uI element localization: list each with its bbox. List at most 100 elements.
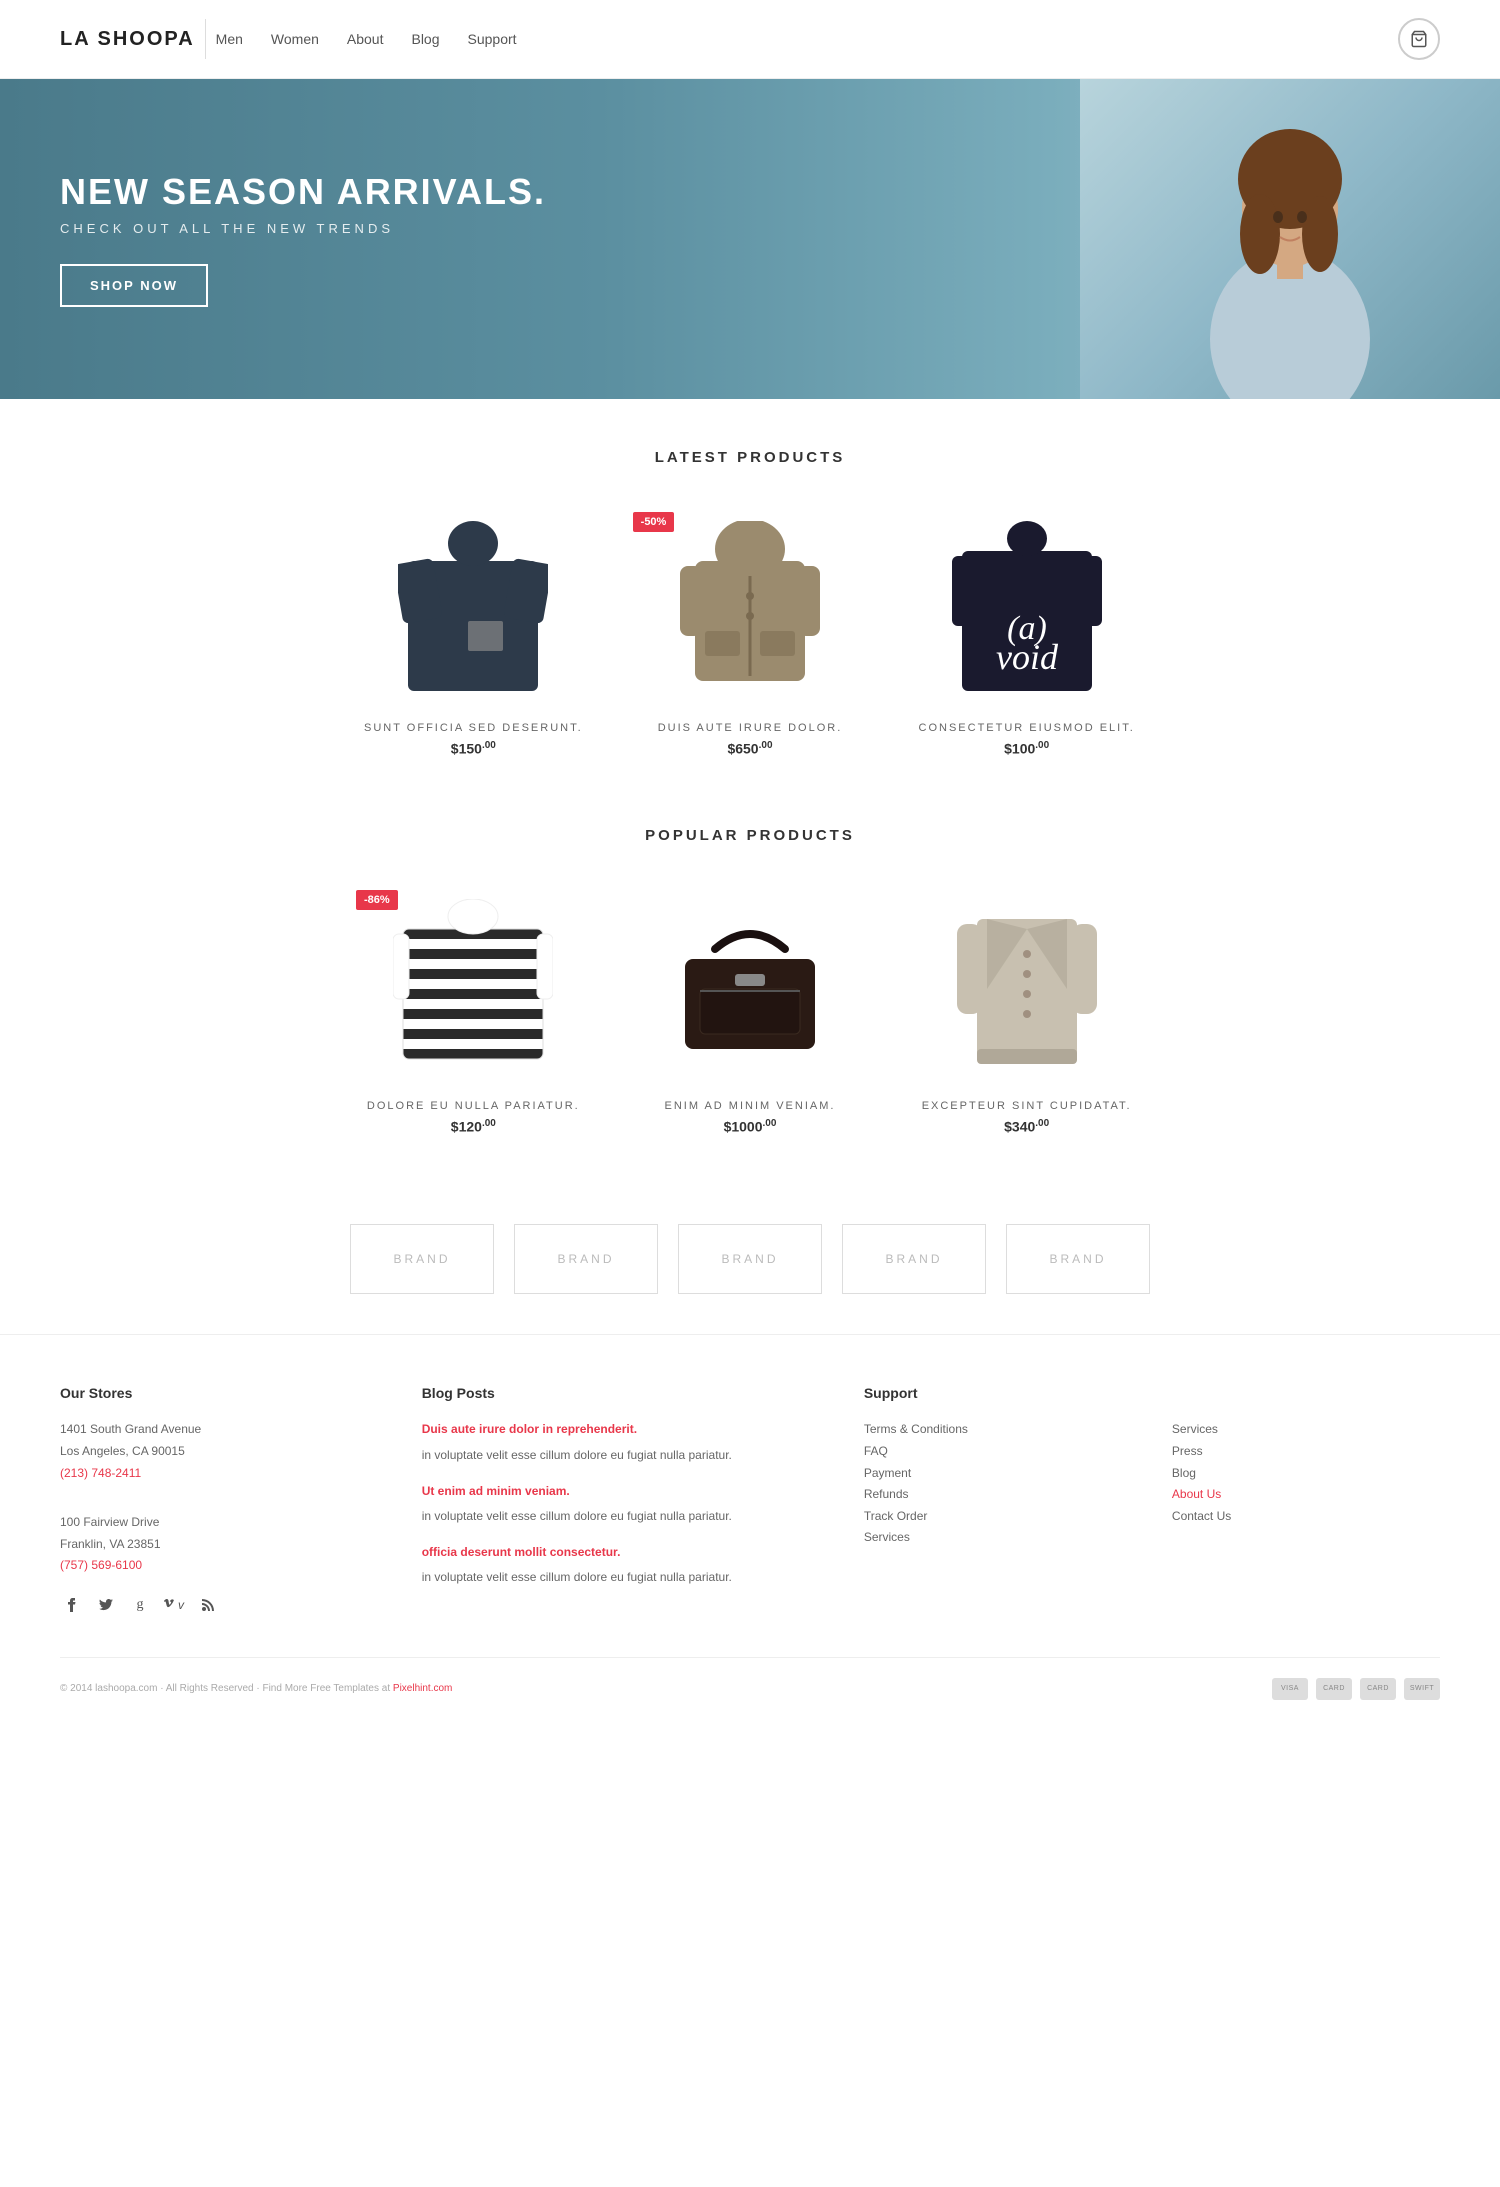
stripe-svg	[393, 899, 553, 1069]
support-link-2[interactable]: FAQ	[864, 1441, 1132, 1463]
product-image-4: -86%	[350, 884, 597, 1084]
footer-stores: Our Stores 1401 South Grand AvenueLos An…	[60, 1385, 382, 1617]
support-title: Support	[864, 1385, 1132, 1401]
twitter-icon[interactable]	[94, 1593, 118, 1617]
hero-content: NEW SEASON ARRIVALS. CHECK OUT ALL THE N…	[0, 111, 606, 367]
product-card-2[interactable]: -50%	[627, 506, 874, 757]
hero-subtitle: CHECK OUT ALL THE NEW TRENDS	[60, 221, 546, 236]
hero-title: NEW SEASON ARRIVALS.	[60, 171, 546, 213]
blog-post-3-title[interactable]: officia deserunt mollit consectetur.	[422, 1542, 824, 1564]
social-icons: g v	[60, 1593, 382, 1617]
brand-2[interactable]: BRAND	[514, 1224, 658, 1294]
footer-bottom: © 2014 lashoopa.com · All Rights Reserve…	[60, 1657, 1440, 1700]
support2-link-1[interactable]: Services	[1172, 1419, 1440, 1441]
support2-link-5[interactable]: Contact Us	[1172, 1506, 1440, 1528]
product-name-6: EXCEPTEUR SINT CUPIDATAT.	[903, 1100, 1150, 1112]
product-image-2: -50%	[627, 506, 874, 706]
support2-link-2[interactable]: Press	[1172, 1441, 1440, 1463]
product-name-5: ENIM AD MINIM VENIAM.	[627, 1100, 874, 1112]
facebook-icon[interactable]	[60, 1593, 84, 1617]
card-icon-2: CARD	[1360, 1678, 1396, 1700]
footer-support2: . Services Press Blog About Us Contact U…	[1172, 1385, 1440, 1617]
card-icon-1: CARD	[1316, 1678, 1352, 1700]
rss-icon[interactable]	[196, 1593, 220, 1617]
brand-1[interactable]: BRAND	[350, 1224, 494, 1294]
blog-post-2-title[interactable]: Ut enim ad minim veniam.	[422, 1481, 824, 1503]
hero-person-svg	[1150, 79, 1430, 399]
cart-button[interactable]	[1398, 18, 1440, 60]
nav-support[interactable]: Support	[468, 31, 517, 47]
blog-post-1-text: in voluptate velit esse cillum dolore eu…	[422, 1445, 824, 1467]
blog-post-3-text: in voluptate velit esse cillum dolore eu…	[422, 1567, 824, 1589]
brands-row: BRAND BRAND BRAND BRAND BRAND	[350, 1224, 1150, 1294]
nav-women[interactable]: Women	[271, 31, 319, 47]
support-link-5[interactable]: Track Order	[864, 1506, 1132, 1528]
support-link-4[interactable]: Refunds	[864, 1484, 1132, 1506]
product-name-4: DOLORE EU NULLA PARIATUR.	[350, 1100, 597, 1112]
pixelhint-link[interactable]: Pixelhint.com	[393, 1683, 452, 1694]
store-phone-1[interactable]: (213) 748-2411	[60, 1463, 382, 1485]
cardigan-svg	[957, 899, 1097, 1069]
svg-text:void: void	[996, 637, 1059, 677]
brand-3[interactable]: BRAND	[678, 1224, 822, 1294]
footer-blog: Blog Posts Duis aute irure dolor in repr…	[422, 1385, 824, 1617]
product-card-5[interactable]: ENIM AD MINIM VENIAM. $1000.00	[627, 884, 874, 1135]
product-price-2: $650.00	[627, 740, 874, 757]
brand-5[interactable]: BRAND	[1006, 1224, 1150, 1294]
product-card-1[interactable]: SUNT OFFICIA SED DESERUNT. $150.00	[350, 506, 597, 757]
blog-post-1-title[interactable]: Duis aute irure dolor in reprehenderit.	[422, 1419, 824, 1441]
swift-icon: SWIFT	[1404, 1678, 1440, 1700]
product-name-1: SUNT OFFICIA SED DESERUNT.	[350, 722, 597, 734]
navbar: LA SHOOPA Men Women About Blog Support	[0, 0, 1500, 79]
support-link-6[interactable]: Services	[864, 1527, 1132, 1549]
void-svg: (a) void	[952, 521, 1102, 691]
support2-link-3[interactable]: Blog	[1172, 1463, 1440, 1485]
footer-support: Support Terms & Conditions FAQ Payment R…	[864, 1385, 1132, 1617]
store-address-1: 1401 South Grand AvenueLos Angeles, CA 9…	[60, 1419, 382, 1462]
popular-products-section: POPULAR PRODUCTS -86%	[0, 807, 1500, 1185]
hero-section: NEW SEASON ARRIVALS. CHECK OUT ALL THE N…	[0, 79, 1500, 399]
product-image-3: (a) void	[903, 506, 1150, 706]
bag-svg	[675, 909, 825, 1059]
google-icon[interactable]: g	[128, 1593, 152, 1617]
shop-now-button[interactable]: SHOP NOW	[60, 264, 208, 307]
product-price-3: $100.00	[903, 740, 1150, 757]
product-image-5	[627, 884, 874, 1084]
nav-blog[interactable]: Blog	[411, 31, 439, 47]
nav-links: Men Women About Blog Support	[216, 31, 517, 47]
site-logo[interactable]: LA SHOOPA	[60, 28, 195, 51]
product-card-3[interactable]: (a) void CONSECTETUR EIUSMOD ELIT. $100.…	[903, 506, 1150, 757]
support-link-1[interactable]: Terms & Conditions	[864, 1419, 1132, 1441]
product-card-6[interactable]: EXCEPTEUR SINT CUPIDATAT. $340.00	[903, 884, 1150, 1135]
brand-4[interactable]: BRAND	[842, 1224, 986, 1294]
product-image-6	[903, 884, 1150, 1084]
stores-title: Our Stores	[60, 1385, 382, 1401]
popular-title: POPULAR PRODUCTS	[60, 827, 1440, 844]
product-price-1: $150.00	[350, 740, 597, 757]
store-address-2: 100 Fairview DriveFranklin, VA 23851	[60, 1512, 382, 1555]
jacket-svg	[680, 521, 820, 691]
product-card-4[interactable]: -86%	[350, 884, 597, 1135]
hero-image	[1080, 79, 1500, 399]
product-price-5: $1000.00	[627, 1118, 874, 1135]
vimeo-icon[interactable]: v	[162, 1593, 186, 1617]
latest-grid: SUNT OFFICIA SED DESERUNT. $150.00 -50%	[350, 506, 1150, 757]
discount-badge-2: -50%	[633, 512, 675, 532]
brands-section: BRAND BRAND BRAND BRAND BRAND	[0, 1184, 1500, 1334]
nav-about[interactable]: About	[347, 31, 384, 47]
nav-men[interactable]: Men	[216, 31, 243, 47]
footer: Our Stores 1401 South Grand AvenueLos An…	[0, 1334, 1500, 1730]
product-price-4: $120.00	[350, 1118, 597, 1135]
product-price-6: $340.00	[903, 1118, 1150, 1135]
store-phone-2[interactable]: (757) 569-6100	[60, 1555, 382, 1577]
support-link-3[interactable]: Payment	[864, 1463, 1132, 1485]
visa-icon: VISA	[1272, 1678, 1308, 1700]
sweater-svg	[398, 521, 548, 691]
discount-badge-4: -86%	[356, 890, 398, 910]
blog-post-2-text: in voluptate velit esse cillum dolore eu…	[422, 1506, 824, 1528]
payment-icons: VISA CARD CARD SWIFT	[1272, 1678, 1440, 1700]
popular-grid: -86%	[350, 884, 1150, 1135]
support2-link-4[interactable]: About Us	[1172, 1484, 1440, 1506]
footer-grid: Our Stores 1401 South Grand AvenueLos An…	[60, 1385, 1440, 1617]
nav-divider	[205, 19, 206, 59]
